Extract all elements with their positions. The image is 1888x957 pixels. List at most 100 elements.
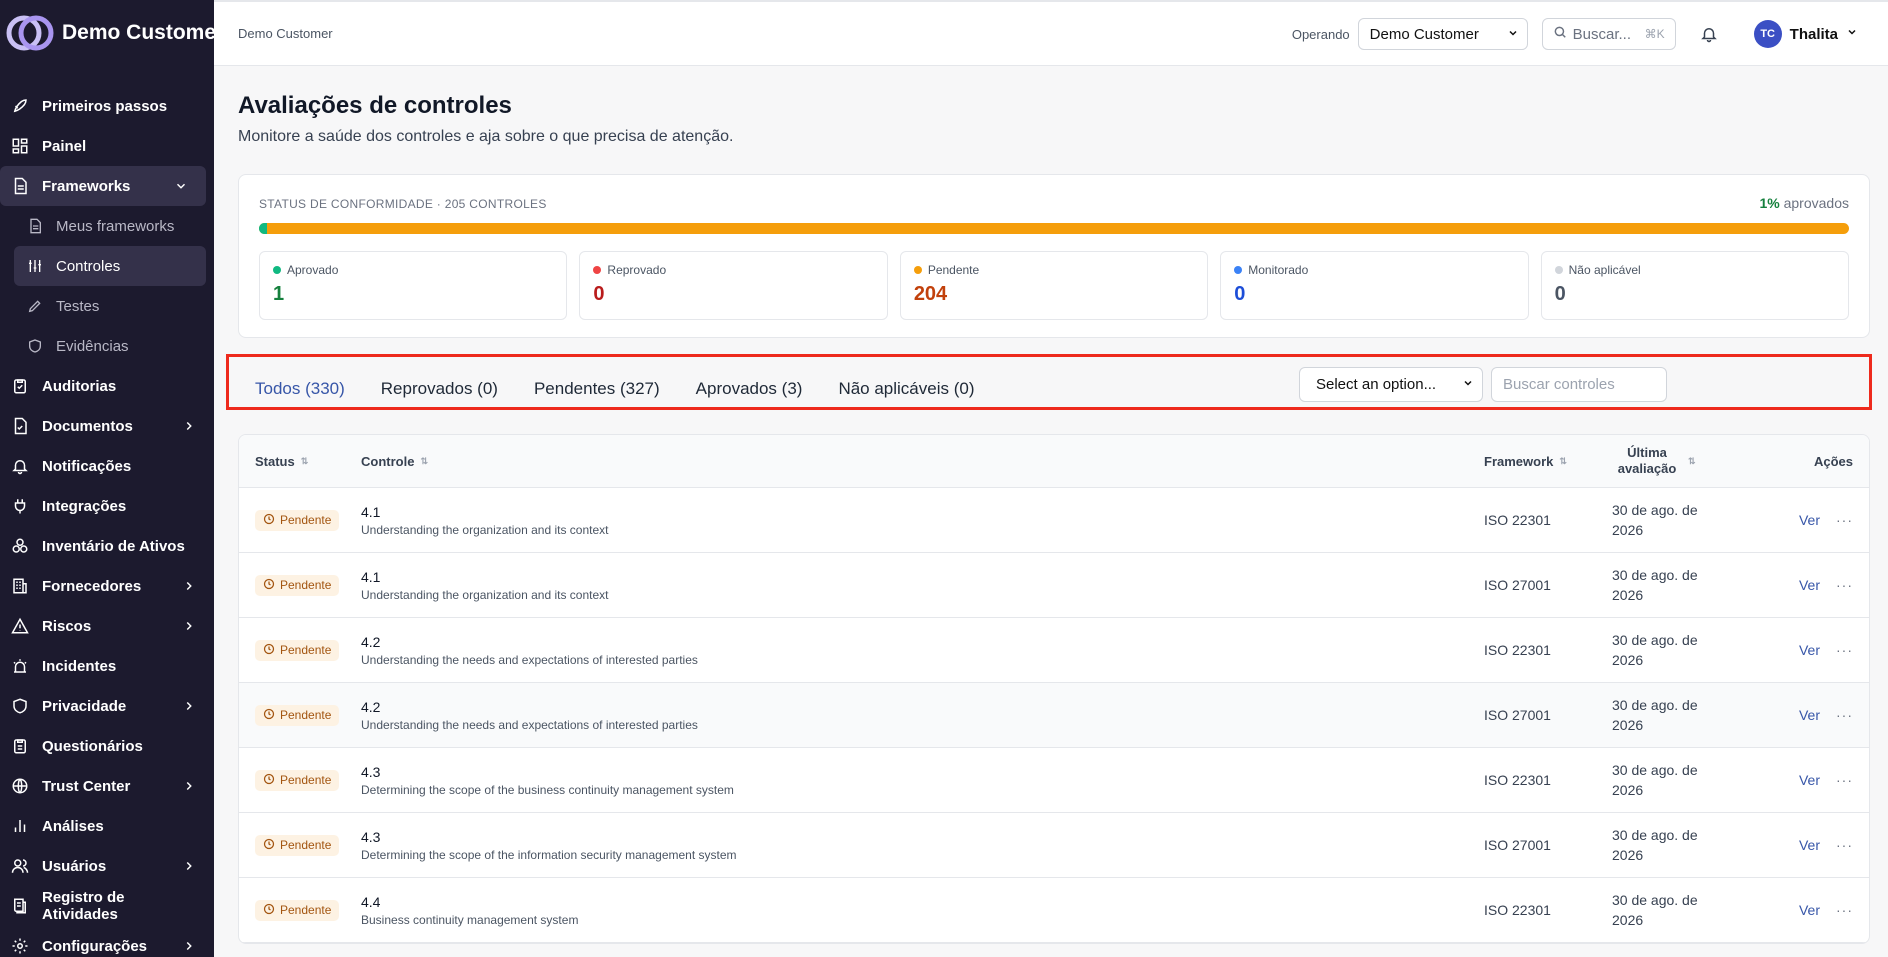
view-link[interactable]: Ver (1799, 642, 1820, 658)
clipboard-icon (10, 376, 30, 396)
sidebar-subitem-controles[interactable]: Controles (14, 246, 206, 286)
view-link[interactable]: Ver (1799, 577, 1820, 593)
operating-label: Operando (1291, 26, 1350, 42)
table-row[interactable]: Pendente 4.2 Understanding the needs and… (239, 618, 1869, 683)
sidebar-item-painel[interactable]: Painel (0, 126, 214, 166)
col-framework[interactable]: Framework ⇅ (1484, 454, 1612, 469)
status-badge: Pendente (255, 574, 340, 596)
breadcrumb[interactable]: Demo Customer (238, 26, 333, 41)
status-dot (593, 266, 602, 274)
table-row[interactable]: Pendente 4.1 Understanding the organizat… (239, 488, 1869, 553)
view-link[interactable]: Ver (1799, 837, 1820, 853)
sidebar-subitem-meus-frameworks[interactable]: Meus frameworks (0, 206, 214, 246)
sidebar-item-notificacoes[interactable]: Notificações (0, 446, 214, 486)
sidebar-item-trust-center[interactable]: Trust Center (0, 766, 214, 806)
more-actions-icon[interactable]: ··· (1836, 512, 1853, 528)
sidebar-item-auditorias[interactable]: Auditorias (0, 366, 214, 406)
table-row[interactable]: Pendente 4.4 Business continuity managem… (239, 878, 1869, 943)
controls-search-input[interactable]: Buscar controles (1491, 367, 1667, 402)
warning-icon (10, 616, 30, 636)
table-row[interactable]: Pendente 4.1 Understanding the organizat… (239, 553, 1869, 618)
control-description: Business continuity management system (361, 912, 579, 927)
brand[interactable]: Demo Customer (0, 0, 214, 66)
tile-aprovado[interactable]: Aprovado 1 (259, 251, 568, 320)
tile-nao-aplicavel[interactable]: Não aplicável 0 (1540, 251, 1850, 320)
tab-reprovados[interactable]: Reprovados (0) (381, 379, 498, 399)
sidebar-item-analises[interactable]: Análises (0, 806, 214, 846)
control-id[interactable]: 4.1 (361, 504, 1484, 520)
siren-icon (10, 656, 30, 676)
chevron-right-icon (182, 779, 196, 793)
progress-fill (259, 223, 267, 234)
main-content: Avaliações de controles Monitore a saúde… (226, 66, 1872, 944)
control-id[interactable]: 4.3 (361, 764, 1484, 780)
chevron-down-icon (1846, 25, 1858, 43)
sidebar-item-questionarios[interactable]: Questionários (0, 726, 214, 766)
control-id[interactable]: 4.1 (361, 569, 1484, 585)
globe-icon (10, 776, 30, 796)
plug-icon (10, 496, 30, 516)
framework-name: ISO 22301 (1484, 642, 1551, 658)
pencil-icon (26, 297, 44, 315)
tab-pendentes[interactable]: Pendentes (327) (534, 379, 660, 399)
col-status[interactable]: Status ⇅ (239, 454, 361, 469)
col-control[interactable]: Controle ⇅ (361, 454, 1484, 469)
framework-name: ISO 27001 (1484, 707, 1551, 723)
global-search-input[interactable]: Buscar... ⌘K (1541, 18, 1676, 50)
page-title: Avaliações de controles (238, 92, 512, 119)
framework-filter-select[interactable]: Select an option... (1299, 367, 1483, 402)
user-menu[interactable]: TC Thalita (1753, 20, 1858, 48)
sidebar: Demo Customer Primeiros passos Painel Fr… (0, 0, 214, 957)
table-row[interactable]: Pendente 4.3 Determining the scope of th… (239, 813, 1869, 878)
notifications-bell-icon[interactable] (1698, 23, 1720, 45)
topbar-right: Operando Demo Customer Buscar... ⌘K TC T… (1292, 2, 1888, 66)
view-link[interactable]: Ver (1799, 707, 1820, 723)
shield-icon (26, 337, 44, 355)
sidebar-subitem-testes[interactable]: Testes (0, 286, 214, 326)
chevron-right-icon (182, 419, 196, 433)
brand-logo-icon (6, 15, 54, 51)
control-id[interactable]: 4.3 (361, 829, 1484, 845)
sidebar-item-integracoes[interactable]: Integrações (0, 486, 214, 526)
operating-select[interactable]: Demo Customer (1357, 18, 1528, 50)
clock-icon (263, 643, 275, 658)
table-body: Pendente 4.1 Understanding the organizat… (239, 488, 1869, 943)
more-actions-icon[interactable]: ··· (1836, 707, 1853, 723)
control-id[interactable]: 4.4 (361, 894, 1484, 910)
sidebar-item-riscos[interactable]: Riscos (0, 606, 214, 646)
table-row[interactable]: Pendente 4.2 Understanding the needs and… (239, 683, 1869, 748)
sidebar-item-inventario[interactable]: Inventário de Ativos (0, 526, 214, 566)
more-actions-icon[interactable]: ··· (1836, 577, 1853, 593)
sort-icon: ⇅ (1559, 455, 1567, 466)
tab-aprovados[interactable]: Aprovados (3) (696, 379, 803, 399)
more-actions-icon[interactable]: ··· (1836, 642, 1853, 658)
sidebar-item-privacidade[interactable]: Privacidade (0, 686, 214, 726)
view-link[interactable]: Ver (1799, 902, 1820, 918)
last-eval-date: 30 de ago. de 2026 (1612, 762, 1698, 798)
tile-reprovado[interactable]: Reprovado 0 (579, 251, 888, 320)
sidebar-item-usuarios[interactable]: Usuários (0, 846, 214, 886)
tab-todos[interactable]: Todos (330) (255, 379, 345, 399)
sidebar-item-frameworks[interactable]: Frameworks (0, 166, 206, 206)
more-actions-icon[interactable]: ··· (1836, 902, 1853, 918)
sidebar-item-documentos[interactable]: Documentos (0, 406, 214, 446)
view-link[interactable]: Ver (1799, 772, 1820, 788)
col-last-eval[interactable]: Última avaliação ⇅ (1612, 445, 1746, 477)
sidebar-item-fornecedores[interactable]: Fornecedores (0, 566, 214, 606)
tile-monitorado[interactable]: Monitorado 0 (1220, 251, 1529, 320)
sidebar-item-registro[interactable]: Registro de Atividades (0, 886, 214, 926)
more-actions-icon[interactable]: ··· (1836, 772, 1853, 788)
table-row[interactable]: Pendente 4.3 Determining the scope of th… (239, 748, 1869, 813)
tab-nao-aplicaveis[interactable]: Não aplicáveis (0) (838, 379, 974, 399)
sidebar-item-configuracoes[interactable]: Configurações (0, 926, 214, 957)
users-icon (10, 856, 30, 876)
sidebar-subitem-evidencias[interactable]: Evidências (0, 326, 214, 366)
control-id[interactable]: 4.2 (361, 699, 1484, 715)
control-id[interactable]: 4.2 (361, 634, 1484, 650)
tile-pendente[interactable]: Pendente 204 (899, 251, 1209, 320)
view-link[interactable]: Ver (1799, 512, 1820, 528)
more-actions-icon[interactable]: ··· (1836, 837, 1853, 853)
sidebar-item-incidentes[interactable]: Incidentes (0, 646, 214, 686)
sidebar-item-primeiros-passos[interactable]: Primeiros passos (0, 86, 214, 126)
last-eval-date: 30 de ago. de 2026 (1612, 697, 1698, 733)
